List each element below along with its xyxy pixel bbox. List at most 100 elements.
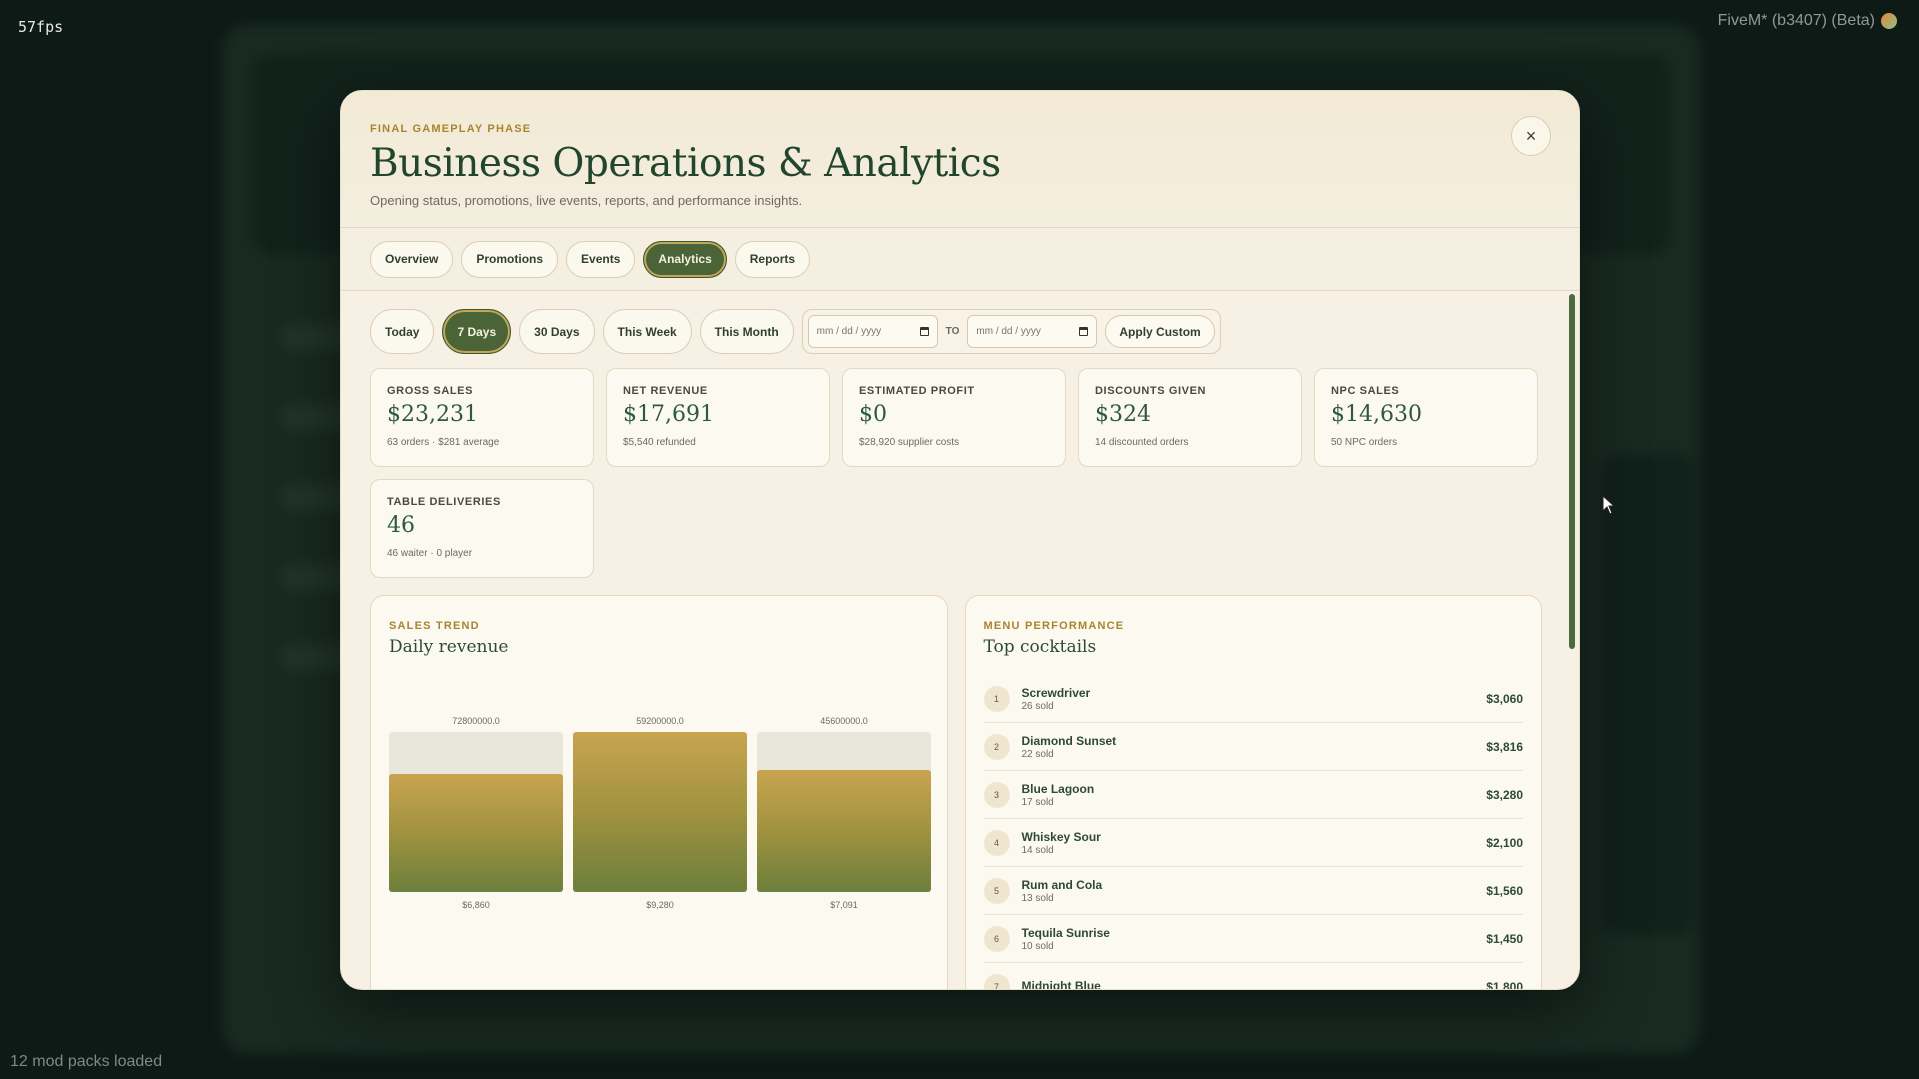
stat-value: 46 bbox=[387, 513, 415, 538]
item-name: Rum and Cola bbox=[1021, 877, 1103, 892]
stat-sub: 46 waiter · 0 player bbox=[387, 548, 473, 559]
list-item: 6 Tequila Sunrise 10 sold $1,450 bbox=[983, 915, 1523, 963]
fivem-logo-icon bbox=[1881, 13, 1897, 29]
rank-badge: 3 bbox=[983, 781, 1010, 808]
stat-label: TABLE DELIVERIES bbox=[387, 496, 501, 508]
list-item: 3 Blue Lagoon 17 sold $3,280 bbox=[983, 771, 1523, 819]
bar-category-label: 59200000.0 bbox=[636, 716, 684, 726]
range-7-days[interactable]: 7 Days bbox=[442, 309, 512, 354]
stat-npc-sales: NPC SALES $14,630 50 NPC orders bbox=[1314, 368, 1538, 467]
to-date-input[interactable]: mm / dd / yyyy bbox=[967, 315, 1098, 348]
mouse-cursor-icon bbox=[1602, 495, 1616, 515]
stat-sub: 14 discounted orders bbox=[1095, 437, 1189, 448]
top-cocktails-list: 1 Screwdriver 26 sold $3,060 2 Diamond S… bbox=[983, 675, 1523, 990]
stat-sub: 50 NPC orders bbox=[1331, 437, 1398, 448]
calendar-icon[interactable] bbox=[1079, 327, 1089, 336]
bar bbox=[573, 732, 747, 892]
tab-analytics[interactable]: Analytics bbox=[643, 240, 727, 278]
rank-badge: 2 bbox=[983, 733, 1010, 760]
range-30-days[interactable]: 30 Days bbox=[519, 309, 595, 354]
daily-revenue-chart: 72800000.0 $6,860 59200000.0 $9,280 45600000… bbox=[389, 716, 931, 916]
range-this-month[interactable]: This Month bbox=[699, 309, 794, 354]
bar-column: 72800000.0 $6,860 bbox=[389, 716, 563, 916]
mod-packs-status: 12 mod packs loaded bbox=[10, 1053, 163, 1070]
from-date-input[interactable]: mm / dd / yyyy bbox=[807, 315, 938, 348]
item-sold: 17 sold bbox=[1021, 796, 1054, 808]
page-title: Business Operations & Analytics bbox=[370, 141, 1001, 186]
bar bbox=[757, 770, 931, 892]
item-name: Midnight Blue bbox=[1021, 979, 1101, 990]
list-item: 2 Diamond Sunset 22 sold $3,816 bbox=[983, 723, 1523, 771]
list-item: 1 Screwdriver 26 sold $3,060 bbox=[983, 675, 1523, 723]
bar-track bbox=[389, 732, 563, 892]
apply-custom-button[interactable]: Apply Custom bbox=[1105, 315, 1215, 348]
item-info: Diamond Sunset 22 sold bbox=[1022, 734, 1487, 760]
stat-sub: $5,540 refunded bbox=[623, 437, 696, 448]
tab-events[interactable]: Events bbox=[566, 240, 636, 278]
analytics-modal: FINAL GAMEPLAY PHASE Business Operations… bbox=[340, 90, 1580, 990]
stat-estimated-profit: ESTIMATED PROFIT $0 $28,920 supplier cos… bbox=[842, 368, 1066, 467]
item-info: Screwdriver 26 sold bbox=[1022, 686, 1487, 712]
custom-range: mm / dd / yyyy TO mm / dd / yyyy Apply C… bbox=[801, 309, 1221, 354]
range-this-week[interactable]: This Week bbox=[602, 309, 692, 354]
item-amount: $1,800 bbox=[1486, 979, 1523, 990]
page-subtitle: Opening status, promotions, live events,… bbox=[370, 193, 803, 208]
to-date-placeholder: mm / dd / yyyy bbox=[976, 326, 1041, 337]
bar-value-label: $6,860 bbox=[462, 900, 490, 910]
stat-value: $14,630 bbox=[1331, 402, 1422, 427]
modal-header: FINAL GAMEPLAY PHASE Business Operations… bbox=[341, 91, 1579, 228]
stat-value: $23,231 bbox=[387, 402, 478, 427]
stat-label: GROSS SALES bbox=[387, 385, 474, 397]
rank-badge: 4 bbox=[983, 829, 1010, 856]
bar-column: 59200000.0 $9,280 bbox=[573, 716, 747, 916]
panel-title: Daily revenue bbox=[389, 637, 509, 657]
item-info: Midnight Blue bbox=[1021, 979, 1487, 990]
close-icon: × bbox=[1525, 125, 1537, 146]
header-eyebrow: FINAL GAMEPLAY PHASE bbox=[370, 123, 532, 135]
content-scrollbar[interactable] bbox=[1569, 294, 1575, 649]
item-name: Screwdriver bbox=[1021, 685, 1091, 700]
tab-overview[interactable]: Overview bbox=[370, 240, 454, 278]
bar-category-label: 45600000.0 bbox=[820, 716, 868, 726]
rank-badge: 5 bbox=[983, 877, 1010, 904]
item-amount: $3,060 bbox=[1486, 691, 1523, 706]
item-info: Whiskey Sour 14 sold bbox=[1022, 830, 1487, 856]
stat-label: NET REVENUE bbox=[623, 385, 708, 397]
list-item: 7 Midnight Blue $1,800 bbox=[983, 963, 1523, 990]
item-sold: 26 sold bbox=[1021, 700, 1054, 712]
rank-badge: 6 bbox=[983, 925, 1010, 952]
panels: SALES TREND Daily revenue 72800000.0 $6,8… bbox=[370, 595, 1542, 990]
list-item: 4 Whiskey Sour 14 sold $2,100 bbox=[983, 819, 1523, 867]
analytics-content: Today 7 Days 30 Days This Week This Mont… bbox=[341, 292, 1579, 990]
bar-category-label: 72800000.0 bbox=[452, 716, 500, 726]
stat-sub: $28,920 supplier costs bbox=[859, 437, 960, 448]
stat-label: ESTIMATED PROFIT bbox=[859, 385, 975, 397]
item-amount: $3,280 bbox=[1486, 787, 1523, 802]
stat-cards: GROSS SALES $23,231 63 orders · $281 ave… bbox=[370, 368, 1542, 578]
stat-label: NPC SALES bbox=[1331, 385, 1400, 397]
rank-badge: 7 bbox=[983, 973, 1010, 989]
item-amount: $3,816 bbox=[1486, 739, 1523, 754]
calendar-icon[interactable] bbox=[919, 327, 929, 336]
from-date-placeholder: mm / dd / yyyy bbox=[816, 326, 882, 337]
close-button[interactable]: × bbox=[1511, 116, 1551, 156]
bar-value-label: $7,091 bbox=[830, 900, 858, 910]
panel-eyebrow: SALES TREND bbox=[389, 620, 480, 632]
stat-sub: 63 orders · $281 average bbox=[387, 437, 500, 448]
stat-gross-sales: GROSS SALES $23,231 63 orders · $281 ave… bbox=[370, 368, 594, 467]
item-name: Tequila Sunrise bbox=[1021, 925, 1110, 940]
range-filters: Today 7 Days 30 Days This Week This Mont… bbox=[370, 309, 1542, 354]
sales-trend-panel: SALES TREND Daily revenue 72800000.0 $6,8… bbox=[370, 595, 948, 989]
stat-net-revenue: NET REVENUE $17,691 $5,540 refunded bbox=[606, 368, 830, 467]
stat-table-deliveries: TABLE DELIVERIES 46 46 waiter · 0 player bbox=[370, 479, 594, 578]
tab-promotions[interactable]: Promotions bbox=[461, 240, 559, 278]
range-today[interactable]: Today bbox=[370, 309, 435, 354]
bar-track bbox=[757, 732, 931, 892]
tab-reports[interactable]: Reports bbox=[734, 240, 811, 278]
tab-bar: Overview Promotions Events Analytics Rep… bbox=[341, 228, 1579, 291]
item-amount: $1,560 bbox=[1486, 883, 1523, 898]
item-sold: 13 sold bbox=[1021, 892, 1054, 904]
item-sold: 22 sold bbox=[1021, 748, 1054, 760]
bar-value-label: $9,280 bbox=[646, 900, 674, 910]
bar bbox=[389, 774, 563, 892]
